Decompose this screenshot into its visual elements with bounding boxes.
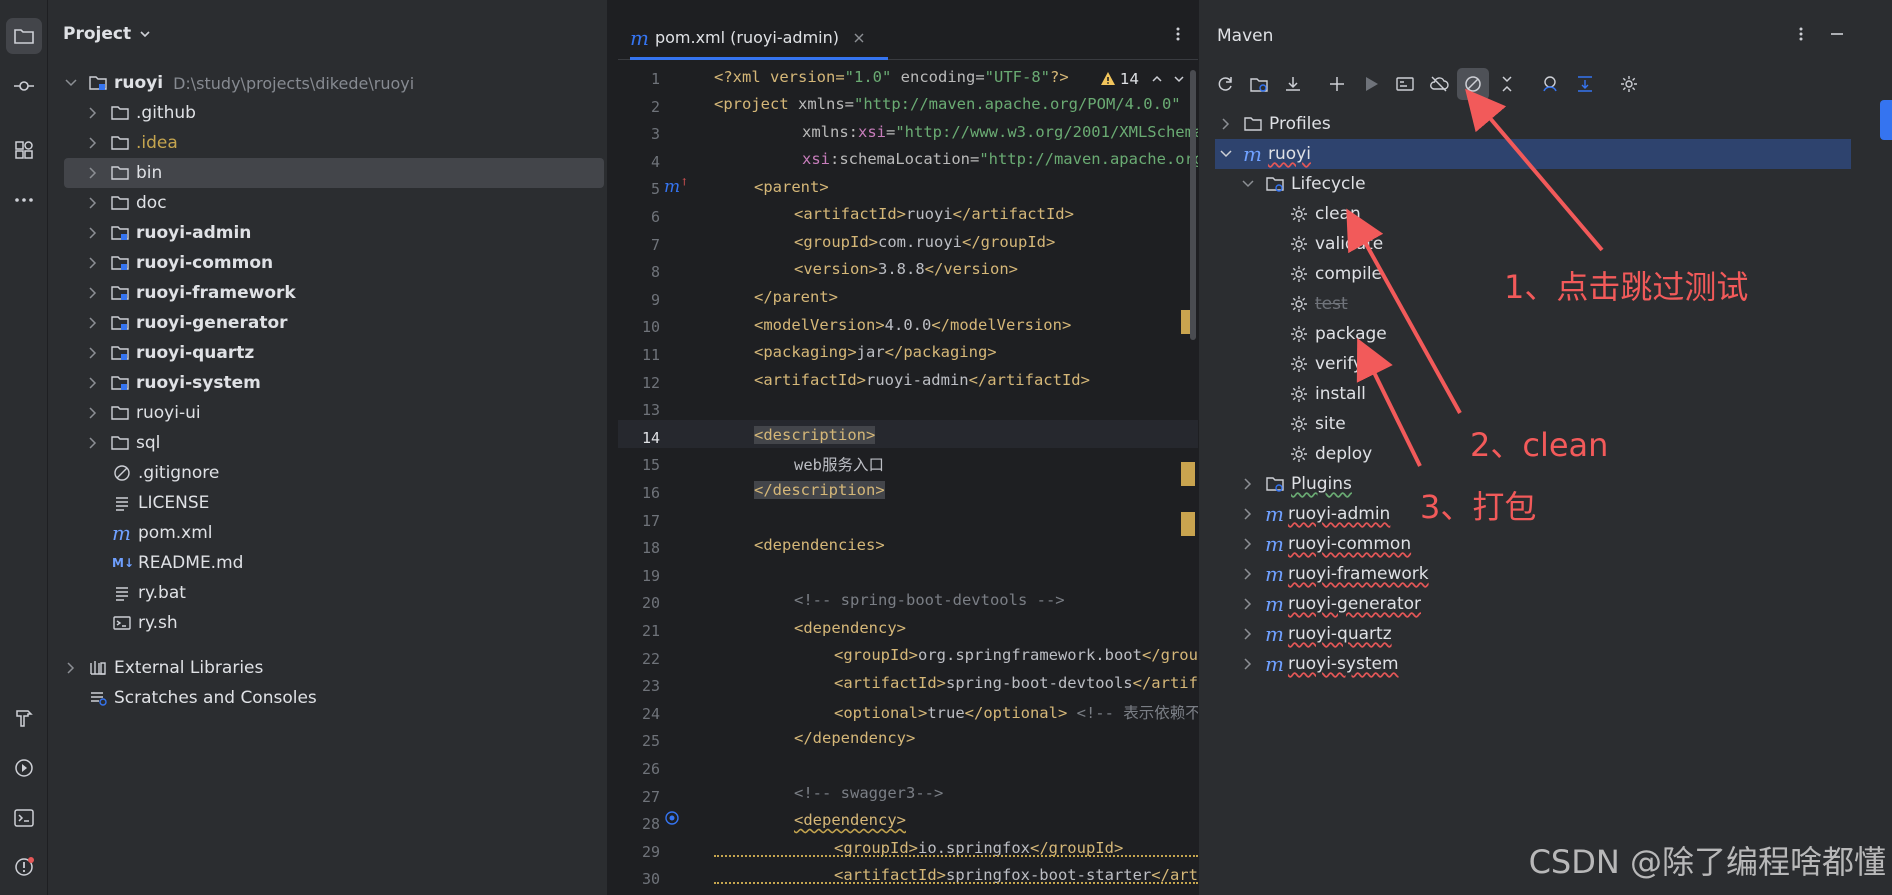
- arrow-to-clean: [1346, 208, 1462, 414]
- annotation-step3: 3、打包: [1420, 488, 1537, 526]
- annotation-step2: 2、clean: [1470, 426, 1609, 464]
- arrow-to-package: [1356, 338, 1422, 467]
- arrow-to-skip-tests: [1465, 88, 1604, 252]
- watermark: CSDN @除了编程啥都懂: [1528, 843, 1886, 881]
- annotation-step1: 1、点击跳过测试: [1504, 268, 1749, 306]
